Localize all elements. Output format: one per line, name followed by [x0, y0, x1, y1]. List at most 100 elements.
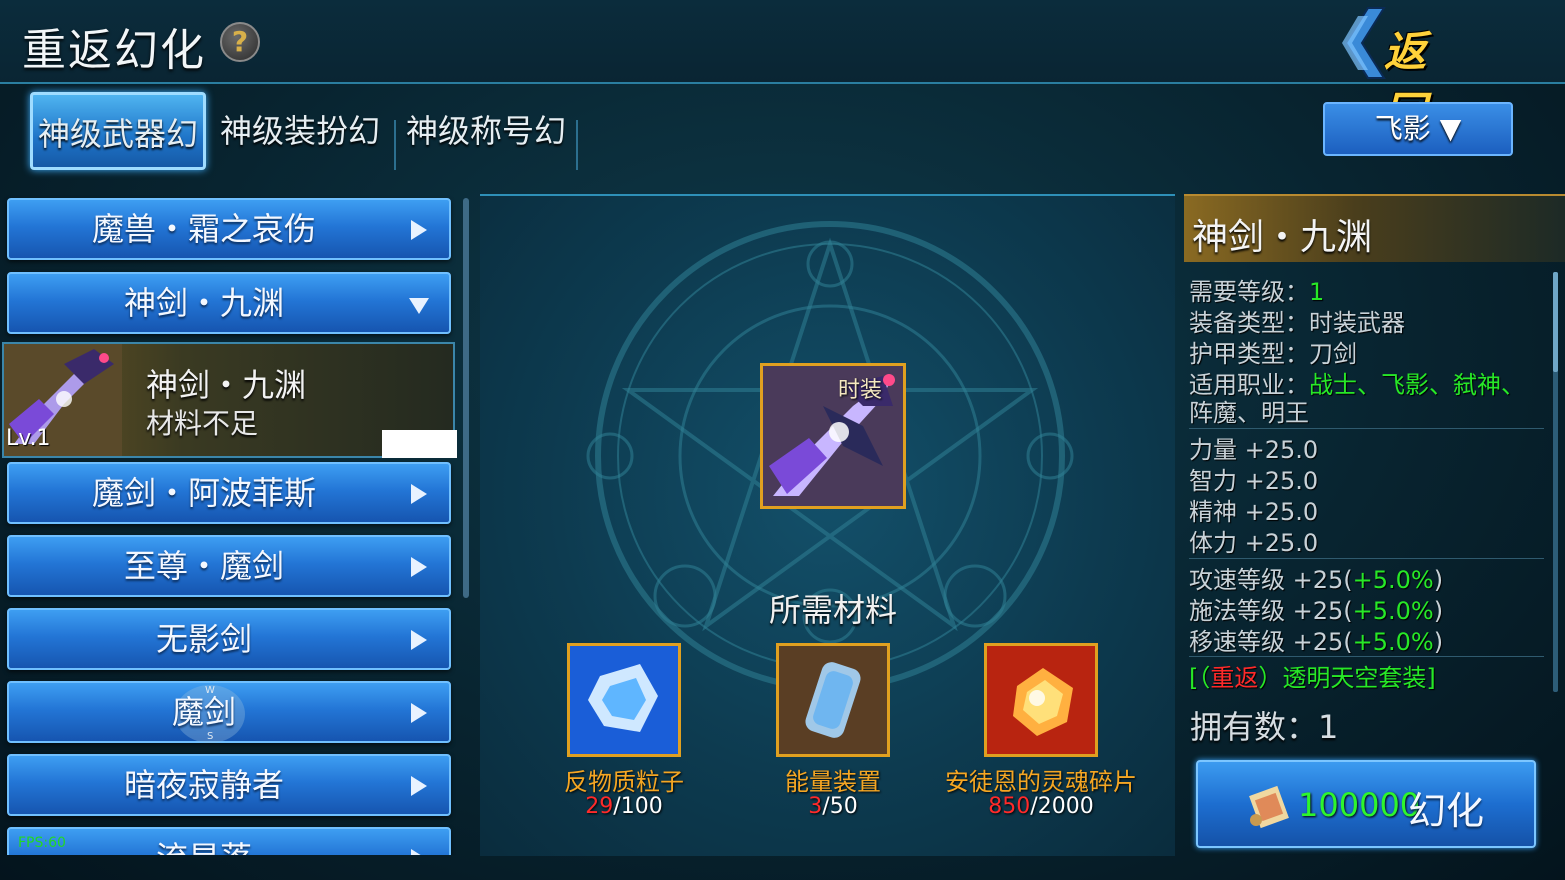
list-item[interactable]: 神剑・九渊: [7, 272, 451, 334]
set-row[interactable]: [（重返）透明天空套装]: [1189, 658, 1436, 693]
speed-stat-row: 移速等级 +25(+5.0%): [1189, 622, 1443, 657]
material-name: 反物质粒子: [564, 768, 684, 796]
divider: [1189, 656, 1544, 657]
list-item-label: 魔剑・阿波菲斯: [91, 474, 316, 512]
stat-percent: +5.0%: [1352, 597, 1434, 625]
list-item[interactable]: 流星落: [7, 827, 451, 855]
stat-value: +25.0: [1244, 529, 1319, 557]
req-level-label: 需要等级：: [1189, 278, 1309, 306]
help-icon[interactable]: ?: [220, 22, 260, 62]
triangle-down-icon: [409, 298, 429, 314]
equip-type-row: 装备类型：时装武器: [1189, 303, 1405, 338]
stat-name: 移速等级: [1189, 628, 1285, 656]
transform-label: 幻化: [1408, 789, 1485, 833]
list-scrollbar[interactable]: [463, 198, 469, 598]
divider: [1189, 428, 1544, 429]
weapon-preview-icon[interactable]: [760, 363, 906, 509]
tab-divider: [394, 120, 396, 170]
selected-weapon-entry[interactable]: Lv.1 神剑・九渊 材料不足: [2, 342, 457, 458]
triangle-right-icon: [411, 630, 427, 650]
stat-row: 力量 +25.0: [1189, 430, 1318, 465]
list-item[interactable]: 魔剑・阿波菲斯: [7, 462, 451, 524]
list-item-label: 流星落: [9, 829, 399, 855]
class-selector[interactable]: 飞影 ▼: [1323, 102, 1513, 156]
weapon-level: Lv.1: [6, 426, 51, 451]
triangle-right-icon: [411, 703, 427, 723]
weapon-list: 魔兽・霜之哀伤 神剑・九渊 Lv.1 神剑・九渊 材料不足 魔剑・阿波菲斯 至尊…: [0, 190, 470, 855]
list-item[interactable]: 无影剑: [7, 608, 451, 670]
list-item-label: 至尊・魔剑: [123, 547, 284, 585]
item-info-panel: 神剑・九渊 需要等级：1 装备类型：时装武器 护甲类型：刀剑 适用职业：战士、飞…: [1184, 194, 1565, 856]
transform-button[interactable]: 100000 幻化: [1196, 760, 1536, 848]
armor-type-label: 护甲类型：: [1189, 340, 1309, 368]
page-title: 重返幻化: [22, 25, 206, 76]
tab-god-costume[interactable]: 神级装扮幻: [212, 92, 388, 170]
canister-icon: [779, 646, 887, 754]
armor-type-value: 刀剑: [1309, 340, 1357, 368]
set-name: ）透明天空套装]: [1258, 664, 1436, 692]
crystal-icon: [570, 646, 678, 754]
speed-stat-row: 施法等级 +25(+5.0%): [1189, 591, 1443, 626]
white-patch: [382, 430, 457, 458]
material-owned: 3: [808, 794, 823, 819]
stat-close: ): [1433, 566, 1444, 594]
material-soul-shard-icon[interactable]: [984, 643, 1098, 757]
material-antimatter-icon[interactable]: [567, 643, 681, 757]
set-tag: 重返: [1210, 664, 1259, 692]
list-item-label: 无影剑: [155, 620, 252, 658]
stat-name: 攻速等级: [1189, 566, 1285, 594]
class-selector-value: 飞影: [1374, 112, 1431, 145]
material-required: /100: [613, 794, 663, 819]
stat-name: 精神: [1189, 498, 1237, 526]
stat-row: 精神 +25.0: [1189, 492, 1318, 527]
list-item[interactable]: 魔兽・霜之哀伤: [7, 198, 451, 260]
list-item[interactable]: 至尊・魔剑: [7, 535, 451, 597]
stat-row: 体力 +25.0: [1189, 523, 1318, 558]
material-count: 29/100: [504, 794, 744, 819]
stat-close: ): [1433, 628, 1444, 656]
triangle-right-icon: [411, 776, 427, 796]
tab-divider: [576, 120, 578, 170]
material-energy-device-icon[interactable]: [776, 643, 890, 757]
material-count: 850/2000: [921, 794, 1161, 819]
top-bar: 重返幻化 ? 返回: [0, 0, 1565, 137]
stat-value: +25(: [1292, 628, 1353, 656]
set-prefix: [（: [1189, 664, 1211, 692]
stat-value: +25.0: [1244, 498, 1319, 526]
armor-type-row: 护甲类型：刀剑: [1189, 334, 1357, 369]
material-required: /50: [822, 794, 858, 819]
stat-value: +25.0: [1244, 436, 1319, 464]
scroll-icon: [1249, 785, 1289, 829]
info-scrollbar-thumb[interactable]: [1553, 272, 1558, 372]
fashion-tag: 时装: [838, 378, 883, 403]
stat-row: 智力 +25.0: [1189, 461, 1318, 496]
material-owned: 29: [585, 794, 614, 819]
list-item-label: 暗夜寂静者: [123, 766, 284, 804]
list-item[interactable]: W S 魔剑: [7, 681, 451, 743]
stat-close: ): [1433, 597, 1444, 625]
divider: [1189, 558, 1544, 559]
stat-value: +25.0: [1244, 467, 1319, 495]
stat-value: +25(: [1292, 566, 1353, 594]
stat-percent: +5.0%: [1352, 566, 1434, 594]
item-title: 神剑・九渊: [1192, 217, 1373, 258]
material-owned: 850: [988, 794, 1031, 819]
material-required: /2000: [1030, 794, 1094, 819]
stat-name: 智力: [1189, 467, 1237, 495]
triangle-right-icon: [411, 484, 427, 504]
list-item[interactable]: 暗夜寂静者: [7, 754, 451, 816]
material-name: 安徒恩的灵魂碎片: [945, 768, 1137, 796]
own-count: 拥有数：1: [1190, 702, 1338, 748]
own-count-value: 1: [1318, 708, 1339, 746]
fps-counter: FPS:60: [18, 835, 66, 851]
job-value-line2: 阵魔、明王: [1189, 399, 1309, 427]
back-button[interactable]: 返回: [1338, 6, 1448, 137]
req-level-row: 需要等级：1: [1189, 272, 1324, 307]
equip-type-value: 时装武器: [1309, 309, 1405, 337]
triangle-down-icon: ▼: [1439, 112, 1462, 145]
list-item-label: 魔剑: [171, 693, 236, 731]
transform-cost: 100000: [1298, 786, 1421, 824]
tab-god-title[interactable]: 神级称号幻: [398, 92, 574, 170]
tab-god-weapon[interactable]: 神级武器幻: [30, 92, 206, 170]
triangle-right-icon: [411, 849, 421, 855]
